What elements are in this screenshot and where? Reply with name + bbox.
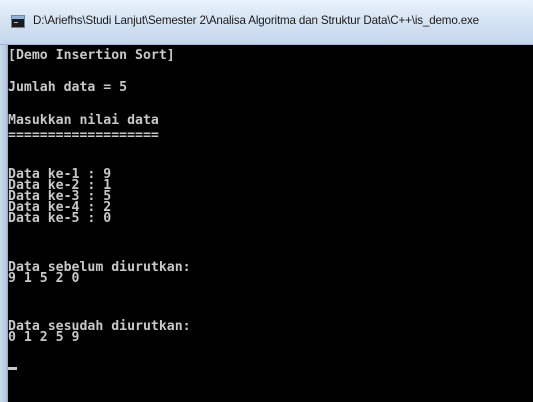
sorted-values: 0 1 2 5 9 [8,330,80,345]
input-prompt-line: Masukkan nilai data [8,113,159,128]
console-app-icon[interactable] [11,15,25,28]
unsorted-values: 9 1 5 2 0 [8,271,80,286]
title-bar[interactable]: D:\Ariefhs\Studi Lanjut\Semester 2\Anali… [0,0,533,45]
window-title: D:\Ariefhs\Studi Lanjut\Semester 2\Anali… [33,14,479,27]
console-window: D:\Ariefhs\Studi Lanjut\Semester 2\Anali… [0,0,533,402]
console-output[interactable]: [Demo Insertion Sort] Jumlah data = 5 Ma… [8,45,533,402]
data-entry-line: Data ke-5 : 0 [8,211,112,226]
console-header-line: [Demo Insertion Sort] [8,48,175,63]
text-cursor [8,367,17,370]
data-count-line: Jumlah data = 5 [8,80,128,95]
window-frame-left [0,45,8,402]
separator-line: =================== [8,128,159,143]
